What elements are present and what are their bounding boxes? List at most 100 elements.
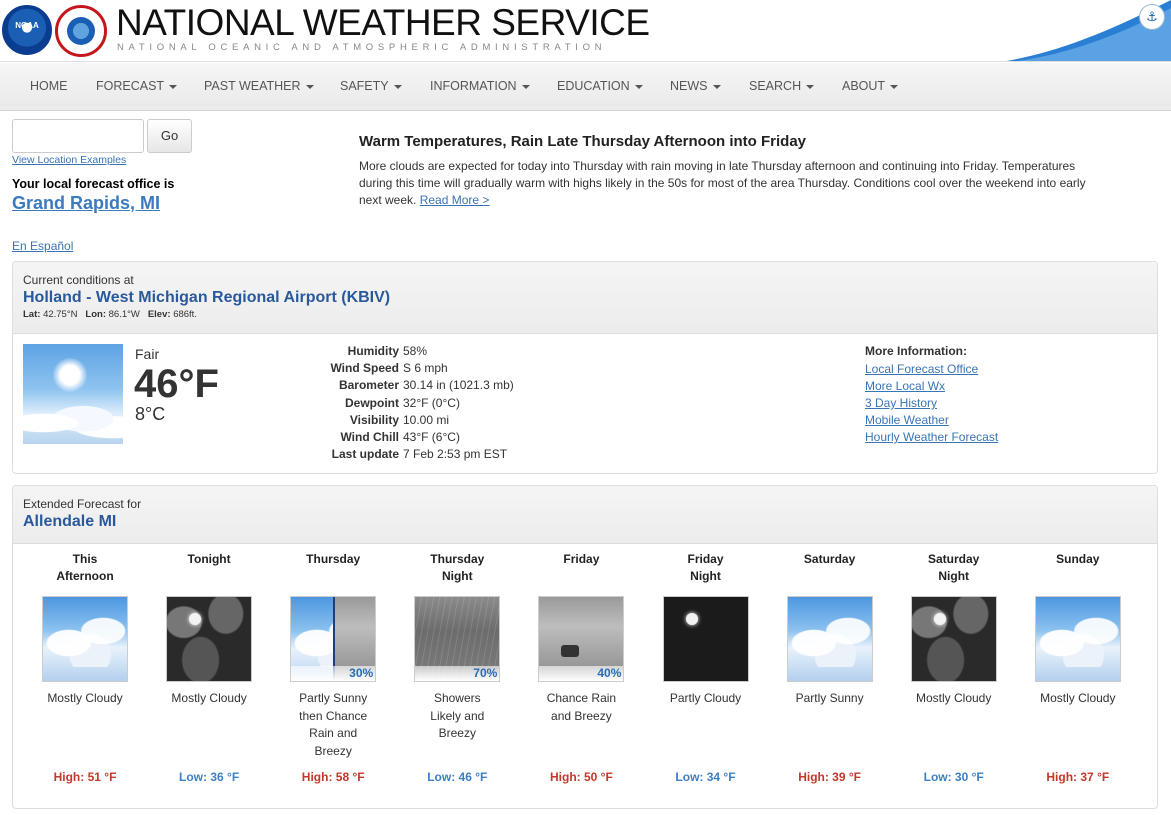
low-temp: Low: 34 °F [675,770,736,784]
more-info-title: More Information: [865,344,967,358]
headline-body: More clouds are expected for today into … [359,158,1099,209]
short-forecast: Partly Sunny [768,690,892,708]
short-forecast-line: Showers [433,691,481,705]
nws-logo-emblem [67,17,95,45]
detail-label: Humidity [269,344,399,361]
high-temp: High: 51 °F [53,770,117,784]
sun-then-rain-icon[interactable]: 30% [290,596,377,682]
more-info-link[interactable]: More Local Wx [865,379,945,393]
nav-safety[interactable]: SAFETY [340,79,402,93]
short-forecast-line: then Chance [299,708,368,723]
nav-about[interactable]: ABOUT [842,79,899,93]
nav-home[interactable]: HOME [30,79,68,93]
period-name-line1: Tonight [187,552,231,566]
go-button[interactable]: Go [147,119,192,153]
detail-key: Dewpoint [345,395,399,410]
noaa-logo[interactable]: NOAA [2,5,52,55]
period-name: Friday Night [644,551,768,585]
low-temp: Low: 46 °F [427,770,488,784]
low-temp: Low: 36 °F [179,770,240,784]
read-more-link[interactable]: Read More > [420,193,490,207]
detail-key: Last update [331,447,399,462]
period-name-line1: Thursday [306,552,361,566]
lon-label: Lon: [85,309,106,320]
low-temp: Low: 30 °F [923,770,984,784]
site-title[interactable]: NATIONAL WEATHER SERVICE [116,2,650,44]
extended-forecast-panel: Extended Forecast for Allendale MI This A… [12,485,1158,809]
partly-sunny-day-icon[interactable] [42,596,128,682]
current-conditions-label: Current conditions at [23,273,134,287]
elev-value: 686ft. [173,309,197,320]
current-conditions-header: Current conditions at Holland - West Mic… [13,262,1157,334]
short-forecast-line: Mostly Cloudy [1040,691,1116,705]
more-info-link[interactable]: 3 Day History [865,396,937,410]
detail-label: Wind Speed [269,361,399,378]
short-forecast: Mostly Cloudy [23,690,147,708]
partly-cloudy-night-icon[interactable] [662,596,749,682]
period-name: Saturday [768,551,892,568]
lat-label: Lat: [23,309,41,320]
nav-information[interactable]: INFORMATION [430,79,530,93]
nav-education[interactable]: EDUCATION [557,79,643,93]
detail-key: Wind Speed [330,361,399,376]
period-name-line2: Night [938,569,970,583]
more-info-link[interactable]: Hourly Weather Forecast [865,430,998,444]
partly-sunny-day-icon[interactable] [786,596,873,682]
site-subtitle: NATIONAL OCEANIC AND ATMOSPHERIC ADMINIS… [117,42,607,53]
mostly-cloudy-day-icon[interactable] [1034,596,1121,682]
detail-value: 10.00 mi [403,412,450,427]
commerce-seal-icon[interactable]: ⚓ [1139,4,1165,30]
period-name-line2: Night [690,569,721,583]
short-forecast-line: Breezy [438,726,476,740]
site-header: NOAA NATIONAL WEATHER SERVICE NATIONAL O… [0,0,1171,62]
detail-value-row: 7 Feb 2:53 pm EST [403,447,603,464]
rain-breezy-icon[interactable]: 40% [538,596,625,682]
detail-label: Last update [269,447,399,464]
detail-label: Wind Chill [269,430,399,447]
nav-label: EDUCATION [557,79,630,93]
noaa-logo-text: NOAA [15,21,39,30]
current-condition-text: Fair [135,346,160,362]
mostly-cloudy-night-icon[interactable] [166,596,253,682]
nws-logo[interactable] [55,5,107,57]
caret-down-icon [890,84,899,89]
nav-past-weather[interactable]: PAST WEATHER [204,79,314,93]
main-nav: HOME FORECAST PAST WEATHER SAFETY INFORMATIO… [0,63,1171,111]
nav-label: ABOUT [842,79,886,93]
current-conditions-panel: Current conditions at Holland - West Mic… [12,261,1158,474]
period-name: Thursday Night [395,551,519,585]
precip-chance: 40% [539,666,624,681]
nav-label: INFORMATION [430,79,517,93]
nav-news[interactable]: NEWS [670,79,721,93]
caret-down-icon [521,84,530,89]
espanol-link[interactable]: En Español [12,239,73,253]
nav-label: SEARCH [749,79,802,93]
caret-down-icon [305,84,314,89]
caret-down-icon [634,84,643,89]
short-forecast-line: Partly Sunny [795,691,864,705]
period-name-line2: Night [441,569,473,583]
short-forecast-line: and Breezy [551,708,612,723]
period-name-line1: Sunday [1056,552,1100,566]
nav-search[interactable]: SEARCH [749,79,815,93]
short-forecast-line: Chance Rain [546,691,617,705]
mostly-cloudy-night-icon[interactable] [910,596,997,682]
short-forecast: Partly Sunny then Chance Rain and Breezy [271,690,395,760]
extended-forecast-label: Extended Forecast for [23,497,142,511]
current-weather-icon [23,344,123,444]
rain-showers-icon[interactable]: 70% [414,596,501,682]
local-office-link[interactable]: Grand Rapids, MI [12,193,160,214]
nav-label: PAST WEATHER [204,79,301,93]
detail-key: Wind Chill [340,430,399,444]
view-location-examples-link[interactable]: View Location Examples [12,154,126,166]
more-info-link[interactable]: Local Forecast Office [865,362,978,376]
detail-value-row: 32°F (0°C) [403,396,603,413]
short-forecast-line: Breezy [314,743,352,758]
high-temp: High: 58 °F [301,770,365,784]
detail-value-row: 43°F (6°C) [403,430,603,447]
location-search-input[interactable] [12,119,144,153]
precip-chance: 30% [291,666,376,681]
more-info-link[interactable]: Mobile Weather [865,413,949,427]
period-name-line1: Friday [563,552,600,566]
nav-forecast[interactable]: FORECAST [96,79,178,93]
